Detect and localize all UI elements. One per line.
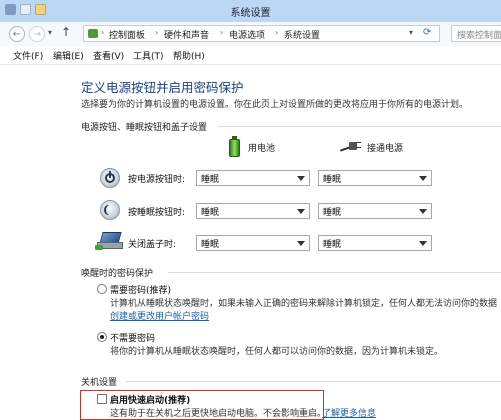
chevron-down-icon — [419, 241, 427, 246]
sleep-button-plugged-select[interactable]: 睡眠 — [318, 203, 432, 219]
lid-close-label: 关闭盖子时: — [128, 240, 177, 250]
select-value: 睡眠 — [201, 175, 220, 185]
chevron-down-icon — [419, 209, 427, 214]
section-divider — [126, 381, 501, 382]
menu-bar: 文件(F) 编辑(E) 查看(V) 工具(T) 帮助(H) — [0, 46, 501, 65]
breadcrumb-separator: › — [155, 28, 159, 37]
select-value: 睡眠 — [323, 240, 342, 250]
menu-help[interactable]: 帮助(H) — [173, 49, 205, 62]
lid-close-battery-select[interactable]: 睡眠 — [196, 235, 310, 251]
breadcrumb-system-settings[interactable]: 系统设置 — [284, 28, 320, 41]
breadcrumb-power-options[interactable]: 电源选项 — [229, 28, 265, 41]
power-button-battery-select[interactable]: 睡眠 — [196, 170, 310, 186]
address-bar: ← → ▾ ↑ › 控制面板 › 硬件和声音 › 电源选项 › 系统设置 ▾ ⟳… — [0, 22, 501, 47]
power-buttons-section-header: 电源按钮、睡眠按钮和盖子设置 — [81, 123, 208, 133]
select-value: 睡眠 — [323, 175, 342, 185]
menu-file[interactable]: 文件(F) — [13, 49, 43, 62]
breadcrumb-control-panel[interactable]: 控制面板 — [109, 28, 145, 41]
address-field[interactable]: › 控制面板 › 硬件和声音 › 电源选项 › 系统设置 ▾ ⟳ — [83, 25, 440, 42]
fast-startup-description: 这有助于在关机之后更快地启动电脑。不会影响重启。 — [110, 409, 327, 419]
sleep-button-icon — [100, 200, 120, 220]
breadcrumb-separator: › — [220, 28, 224, 37]
title-bar: 系统设置 — [0, 0, 501, 23]
window-title: 系统设置 — [230, 8, 271, 19]
change-password-link[interactable]: 创建或更改用户帐户密码 — [110, 309, 209, 322]
plugged-in-column-header: 接通电源 — [367, 144, 404, 154]
power-plug-icon — [339, 140, 362, 154]
breadcrumb-separator: › — [101, 28, 105, 37]
chevron-down-icon — [297, 209, 305, 214]
breadcrumb-separator: › — [275, 28, 279, 37]
no-password-radio[interactable] — [97, 332, 107, 342]
no-password-description: 将你的计算机从睡眠状态唤醒时，任何人都可以访问你的数据，因为计算机未锁定。 — [110, 347, 444, 357]
up-button[interactable]: ↑ — [61, 25, 71, 39]
chevron-down-icon — [297, 241, 305, 246]
section-divider — [168, 272, 501, 273]
require-password-label[interactable]: 需要密码(推荐) — [110, 283, 171, 296]
search-input[interactable]: 搜索控制面 — [451, 25, 501, 42]
laptop-lid-icon — [95, 232, 123, 250]
refresh-icon[interactable]: ⟳ — [423, 27, 431, 38]
breadcrumb-hardware-sound[interactable]: 硬件和声音 — [164, 28, 209, 41]
select-value: 睡眠 — [201, 208, 220, 218]
page-title: 定义电源按钮并启用密码保护 — [81, 80, 244, 95]
power-button-icon — [100, 168, 120, 188]
select-value: 睡眠 — [323, 208, 342, 218]
fast-startup-checkbox[interactable] — [97, 394, 107, 404]
page-description: 选择要为你的计算机设置的电源设置。你在此页上对设置所做的更改将应用于你所有的电源… — [81, 100, 469, 110]
sleep-button-label: 按睡眠按钮时: — [128, 208, 186, 218]
battery-column-header: 用电池 — [248, 144, 276, 154]
power-button-plugged-select[interactable]: 睡眠 — [318, 170, 432, 186]
menu-tools[interactable]: 工具(T) — [133, 49, 164, 62]
lid-close-plugged-select[interactable]: 睡眠 — [318, 235, 432, 251]
shutdown-section-header: 关机设置 — [81, 378, 118, 388]
learn-more-link[interactable]: 了解更多信息 — [322, 406, 376, 419]
section-divider — [218, 126, 501, 127]
menu-edit[interactable]: 编辑(E) — [53, 49, 84, 62]
back-button[interactable]: ← — [9, 26, 25, 42]
address-dropdown-icon[interactable]: ▾ — [409, 28, 413, 37]
chevron-down-icon — [297, 176, 305, 181]
password-section-header: 唤醒时的密码保护 — [81, 269, 154, 279]
recent-locations-chevron-icon[interactable]: ▾ — [48, 28, 52, 37]
control-panel-icon — [88, 29, 98, 38]
select-value: 睡眠 — [201, 240, 220, 250]
no-password-label[interactable]: 不需要密码 — [110, 331, 155, 344]
require-password-radio[interactable] — [97, 284, 107, 294]
menu-view[interactable]: 查看(V) — [93, 49, 124, 62]
power-button-label: 按电源按钮时: — [128, 175, 186, 185]
chevron-down-icon — [419, 176, 427, 181]
fast-startup-label[interactable]: 启用快速启动(推荐) — [110, 393, 190, 406]
sleep-button-battery-select[interactable]: 睡眠 — [196, 203, 310, 219]
search-placeholder: 搜索控制面 — [457, 31, 501, 41]
require-password-description: 计算机从睡眠状态唤醒时，如果未输入正确的密码来解除计算机锁定，任何人都无法访问你… — [110, 299, 498, 309]
battery-icon — [229, 136, 240, 157]
forward-button[interactable]: → — [29, 26, 45, 42]
